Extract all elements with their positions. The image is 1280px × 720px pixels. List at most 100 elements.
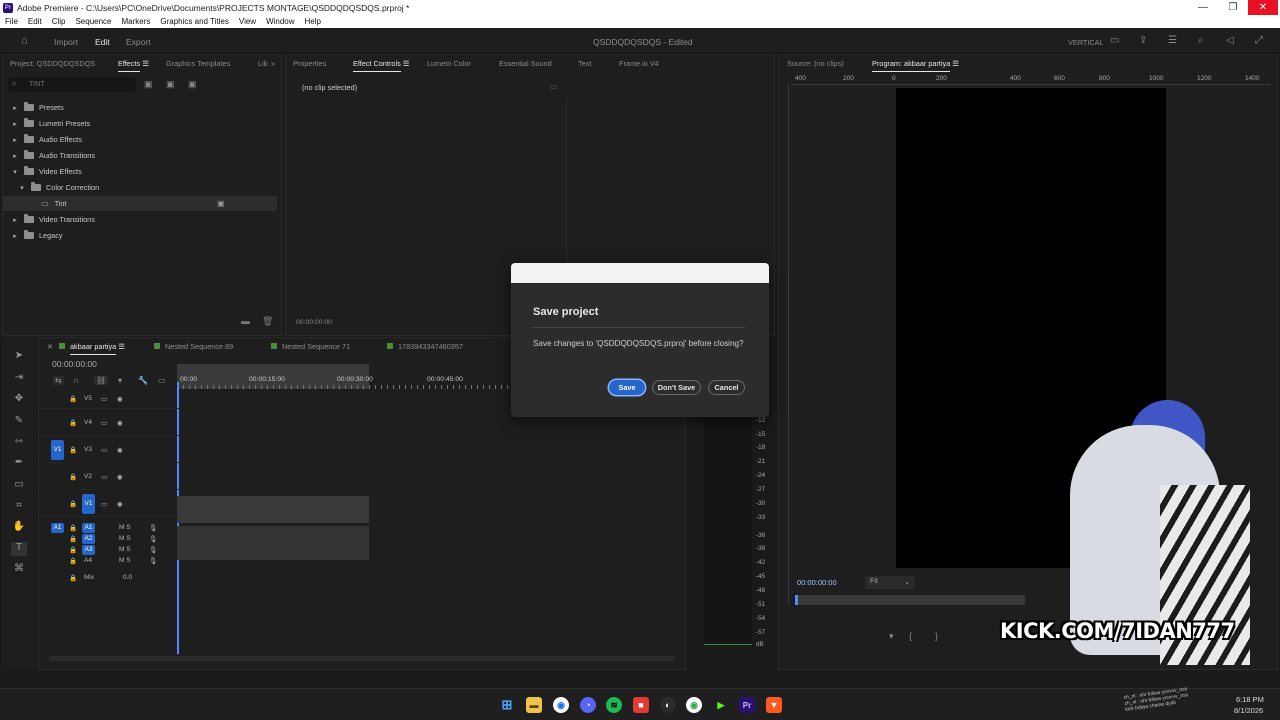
- tree-item-legacy[interactable]: ▸ Legacy: [3, 228, 277, 243]
- tab-seq-akbaar-partiya[interactable]: akbaar partiya ☰: [59, 342, 125, 355]
- snap-icon[interactable]: ∩: [73, 376, 79, 385]
- import-tab[interactable]: Import: [54, 37, 78, 47]
- menu-edit[interactable]: Edit: [28, 17, 42, 26]
- tree-item-lumetri-presets[interactable]: ▸ Lumetri Presets: [3, 116, 277, 131]
- file-explorer-icon[interactable]: ▬: [526, 697, 542, 713]
- tab-effects[interactable]: Effects ☰: [118, 59, 149, 72]
- accelerated-effects-icon[interactable]: ▣: [144, 79, 153, 90]
- home-icon[interactable]: ⌂: [21, 35, 28, 47]
- export-tab[interactable]: Export: [126, 37, 151, 47]
- playhead-scrubber[interactable]: [795, 595, 1025, 605]
- chrome-icon[interactable]: ◉: [553, 697, 569, 713]
- fullscreen-icon[interactable]: ⤢: [1255, 35, 1263, 46]
- tab-graphics-templates[interactable]: Graphics Templates: [166, 59, 230, 68]
- tree-item-presets[interactable]: ▸ Presets: [3, 100, 277, 115]
- pen-tool-icon[interactable]: ✒: [11, 457, 27, 471]
- chrome-alt-icon[interactable]: ◉: [686, 697, 702, 713]
- source-patch-a1[interactable]: A1: [51, 523, 64, 533]
- slip-tool-icon[interactable]: ⇿: [11, 436, 27, 450]
- tab-program[interactable]: Program: akbaar partiya ☰: [872, 59, 959, 72]
- windows-start-icon[interactable]: ⊞: [499, 697, 515, 713]
- spotify-icon[interactable]: ≋: [606, 697, 622, 713]
- captions-icon[interactable]: ▭: [158, 376, 166, 385]
- menu-window[interactable]: Window: [266, 17, 294, 26]
- marker-icon[interactable]: ▾: [889, 631, 894, 642]
- menu-help[interactable]: Help: [305, 17, 321, 26]
- close-tab-icon[interactable]: ✕: [47, 343, 53, 351]
- tab-frameio[interactable]: Frame.io V4: [619, 59, 659, 68]
- tab-seq-nested-71[interactable]: Nested Sequence 71: [271, 342, 350, 351]
- tree-item-audio-transitions[interactable]: ▸ Audio Transitions: [3, 148, 277, 163]
- in-point-icon[interactable]: {: [909, 631, 912, 641]
- brave-icon[interactable]: ▼: [766, 697, 782, 713]
- tab-project[interactable]: Project: QSDDQDQSDQS: [10, 59, 95, 68]
- tree-item-video-effects[interactable]: ▾ Video Effects: [3, 164, 277, 179]
- timeline-scrollbar[interactable]: [49, 656, 675, 661]
- razor-tool-icon[interactable]: ✎: [11, 415, 27, 429]
- maximize-button[interactable]: ❐: [1218, 0, 1248, 15]
- transcript-tool-icon[interactable]: ⌘: [11, 563, 27, 577]
- app-red-icon[interactable]: ■: [633, 697, 649, 713]
- tab-lumetri-color[interactable]: Lumetri Color: [427, 59, 471, 68]
- tab-seq-nested-89[interactable]: Nested Sequence 89: [154, 342, 233, 351]
- out-point-icon[interactable]: }: [935, 631, 938, 641]
- 32bit-effects-icon[interactable]: ▣: [166, 79, 175, 90]
- source-patch-v1[interactable]: V1: [51, 440, 64, 460]
- premiere-taskbar-icon[interactable]: Pr: [739, 697, 755, 713]
- menu-sequence[interactable]: Sequence: [75, 17, 111, 26]
- discord-icon[interactable]: ◔: [580, 697, 596, 713]
- tree-item-video-transitions[interactable]: ▸ Video Transitions: [3, 212, 277, 227]
- audio-clip[interactable]: [177, 526, 369, 560]
- wrench-icon[interactable]: 🔧: [138, 376, 148, 385]
- selection-tool-icon[interactable]: ➤: [11, 350, 27, 364]
- volume-icon[interactable]: ◁: [1226, 35, 1234, 46]
- tab-effect-controls[interactable]: Effect Controls ☰: [353, 59, 409, 72]
- effects-search-input[interactable]: ⌕ TINT: [8, 77, 136, 92]
- save-button[interactable]: Save: [609, 380, 645, 395]
- tab-properties[interactable]: Properties: [293, 59, 326, 68]
- linked-selection-icon[interactable]: ⛓: [94, 376, 109, 385]
- search-icon[interactable]: ⌕: [1198, 35, 1204, 46]
- tree-item-audio-effects[interactable]: ▸ Audio Effects: [3, 132, 277, 147]
- tab-text[interactable]: Text: [578, 59, 591, 68]
- trash-icon[interactable]: 🗑: [262, 316, 273, 327]
- tree-item-tint[interactable]: ▭ Tint ▣: [3, 196, 277, 211]
- zoom-fit-select[interactable]: Fit ⌄: [865, 576, 915, 589]
- tab-libraries[interactable]: Lib: [258, 59, 268, 68]
- obs-icon[interactable]: ◐: [660, 697, 676, 713]
- text-tool-icon[interactable]: T: [11, 542, 27, 556]
- video-clip[interactable]: [177, 496, 369, 523]
- menu-markers[interactable]: Markers: [122, 17, 151, 26]
- insert-sequence-icon[interactable]: ⇆: [53, 376, 64, 385]
- tab-source[interactable]: Source: (no clips): [787, 59, 844, 68]
- time-ruler[interactable]: 00:00 00:00:15:00 00:00:30:00 00:00:45:0…: [177, 364, 511, 389]
- layout-icon[interactable]: ▭: [1110, 35, 1119, 46]
- kick-icon[interactable]: ▶: [713, 697, 729, 713]
- add-marker-icon[interactable]: ▾: [118, 376, 122, 385]
- dont-save-button[interactable]: Don't Save: [652, 380, 701, 395]
- tab-seq-1783943347460357[interactable]: 1783943347460357: [387, 342, 463, 351]
- menu-file[interactable]: File: [5, 17, 18, 26]
- menu-clip[interactable]: Clip: [52, 17, 66, 26]
- edit-tab[interactable]: Edit: [95, 37, 110, 47]
- minimize-button[interactable]: —: [1188, 0, 1218, 15]
- rectangle-tool-icon[interactable]: ▭: [11, 479, 27, 493]
- workspace-layout[interactable]: VERTICAL: [1068, 38, 1104, 47]
- menu-view[interactable]: View: [239, 17, 256, 26]
- cancel-button[interactable]: Cancel: [708, 380, 745, 395]
- track-v5: 🔒 V5 ▭ ◉: [39, 390, 179, 409]
- toggle-timeline-icon[interactable]: ▭: [550, 82, 558, 91]
- tree-item-color-correction[interactable]: ▾ Color Correction: [3, 180, 277, 195]
- tab-essential-sound[interactable]: Essential Sound: [499, 59, 552, 68]
- ripple-edit-tool-icon[interactable]: ✥: [11, 393, 27, 407]
- list-icon[interactable]: ☰: [1168, 35, 1177, 46]
- hand-tool-icon[interactable]: ✋: [11, 521, 27, 535]
- type-tool-icon[interactable]: ⌗: [11, 500, 27, 514]
- new-bin-icon[interactable]: ▬: [241, 316, 250, 326]
- yuv-effects-icon[interactable]: ▣: [188, 79, 197, 90]
- menu-graphics-titles[interactable]: Graphics and Titles: [160, 17, 228, 26]
- panel-overflow-icon[interactable]: »: [271, 59, 275, 68]
- track-select-tool-icon[interactable]: ⇥: [11, 372, 27, 386]
- close-window-button[interactable]: ✕: [1248, 0, 1278, 15]
- share-icon[interactable]: ⇪: [1139, 35, 1147, 46]
